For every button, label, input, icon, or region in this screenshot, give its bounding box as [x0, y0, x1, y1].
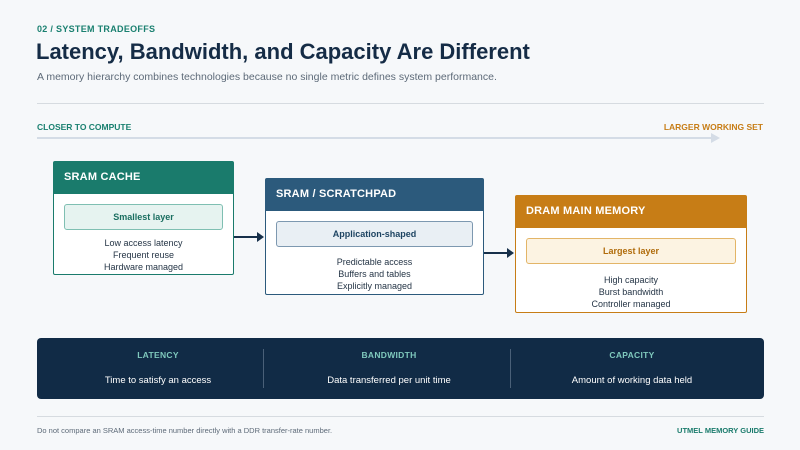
tier-property: Burst bandwidth [598, 287, 664, 297]
footer-divider [37, 416, 764, 417]
metric-description: Time to satisfy an access [104, 375, 212, 386]
tier-property: Predictable access [336, 257, 413, 267]
metric-latency: LATENCY Time to satisfy an access [37, 338, 279, 399]
flow-arrow-icon [234, 232, 264, 242]
tier-properties: High capacity Burst bandwidth Controller… [516, 274, 746, 310]
tier-property: Controller managed [591, 299, 671, 309]
tier-title: DRAM MAIN MEMORY [516, 196, 746, 228]
tier-tag: Largest layer [526, 238, 736, 264]
metric-label: CAPACITY [609, 350, 655, 360]
header-divider [37, 103, 764, 104]
section-eyebrow: 02 / SYSTEM TRADEOFFS [37, 24, 156, 34]
tier-property: High capacity [603, 275, 659, 285]
flow-arrow-icon [484, 248, 514, 258]
tier-title: SRAM CACHE [54, 162, 233, 194]
tier-card-sram-scratchpad: SRAM / SCRATCHPAD Application-shaped Pre… [265, 178, 484, 295]
page-title: Latency, Bandwidth, and Capacity Are Dif… [36, 39, 530, 64]
metric-capacity: CAPACITY Amount of working data held [511, 338, 753, 399]
metric-description: Data transferred per unit time [327, 375, 451, 386]
tier-tag: Smallest layer [64, 204, 223, 230]
metric-bandwidth: BANDWIDTH Data transferred per unit time [268, 338, 510, 399]
tier-card-sram-cache: SRAM CACHE Smallest layer Low access lat… [53, 161, 234, 275]
footer-brand: UTMEL MEMORY GUIDE [677, 426, 764, 435]
tier-tag: Application-shaped [276, 221, 473, 247]
tier-properties: Low access latency Frequent reuse Hardwa… [54, 237, 233, 273]
tier-title: SRAM / SCRATCHPAD [266, 179, 483, 211]
metrics-band: LATENCY Time to satisfy an access BANDWI… [37, 338, 764, 399]
tier-property: Buffers and tables [338, 269, 411, 279]
tier-property: Low access latency [104, 238, 183, 248]
tier-property: Hardware managed [103, 262, 184, 272]
tier-properties: Predictable access Buffers and tables Ex… [266, 256, 483, 292]
metric-divider [263, 349, 264, 388]
hierarchy-axis-line [37, 137, 713, 139]
tier-property: Explicitly managed [336, 281, 413, 291]
axis-arrow-icon [711, 133, 720, 143]
metric-label: LATENCY [137, 350, 179, 360]
axis-left-label: CLOSER TO COMPUTE [37, 122, 132, 132]
axis-right-label: LARGER WORKING SET [663, 122, 763, 132]
metric-description: Amount of working data held [571, 375, 693, 386]
metric-label: BANDWIDTH [361, 350, 417, 360]
footer-note: Do not compare an SRAM access-time numbe… [37, 426, 333, 435]
page-subtitle: A memory hierarchy combines technologies… [37, 71, 497, 83]
tier-card-dram-main-memory: DRAM MAIN MEMORY Largest layer High capa… [515, 195, 747, 313]
tier-property: Frequent reuse [112, 250, 175, 260]
